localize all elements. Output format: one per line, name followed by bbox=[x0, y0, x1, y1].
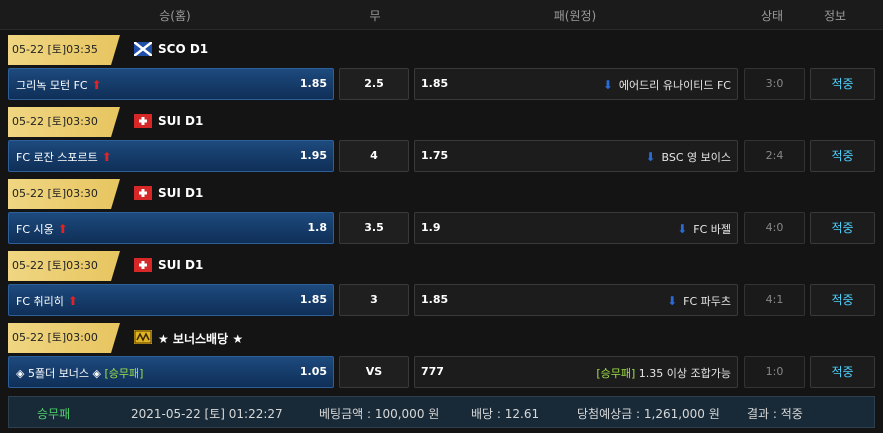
result-info-button[interactable]: 적중 bbox=[810, 212, 875, 244]
home-win-button[interactable]: FC 시옹 ⬆ 1.8 bbox=[8, 212, 334, 244]
league-name: ★ 보너스배당 ★ bbox=[158, 332, 244, 346]
arrow-up-icon: ⬆ bbox=[67, 294, 78, 308]
header-info: 정보 bbox=[823, 9, 847, 23]
switzerland-flag-icon bbox=[134, 258, 152, 272]
result-info-button[interactable]: 적중 bbox=[810, 284, 875, 316]
away-odds: 1.85 bbox=[421, 77, 449, 90]
draw-button[interactable]: 4 bbox=[339, 140, 409, 172]
away-win-button[interactable]: 1.9 ⬇ FC 바젤 bbox=[414, 212, 738, 244]
match-score: 2:4 bbox=[744, 140, 805, 172]
arrow-down-icon: ⬇ bbox=[645, 150, 656, 164]
match-row: FC 시옹 ⬆ 1.8 3.5 1.9 ⬇ FC 바젤 4:0 적중 bbox=[0, 212, 883, 246]
league-row: 05-22 [토]03:35 SCO D1 bbox=[0, 33, 883, 67]
bonus-icon bbox=[134, 330, 152, 344]
home-win-button[interactable]: FC 로잔 스포르트 ⬆ 1.95 bbox=[8, 140, 334, 172]
match-date: 05-22 [토]03:00 bbox=[8, 323, 120, 353]
away-win-button[interactable]: 1.85 ⬇ FC 파두츠 bbox=[414, 284, 738, 316]
switzerland-flag-icon bbox=[134, 186, 152, 200]
match-score: 4:1 bbox=[744, 284, 805, 316]
home-odds: 1.85 bbox=[299, 77, 327, 90]
header-home: 승(홈) bbox=[159, 9, 191, 23]
away-team-name: BSC 영 보이스 bbox=[661, 151, 732, 164]
league-name: SUI D1 bbox=[158, 186, 204, 200]
table-header: 승(홈) 무 패(원정) 상태 정보 bbox=[0, 0, 883, 30]
draw-button[interactable]: 3.5 bbox=[339, 212, 409, 244]
match-date: 05-22 [토]03:30 bbox=[8, 251, 120, 281]
league-row: 05-22 [토]03:30 SUI D1 bbox=[0, 249, 883, 283]
bet-datetime: 2021-05-22 [토] 01:22:27 bbox=[131, 407, 283, 421]
match-row: FC 취리히 ⬆ 1.85 3 1.85 ⬇ FC 파두츠 4:1 적중 bbox=[0, 284, 883, 318]
arrow-up-icon: ⬆ bbox=[57, 222, 68, 236]
bet-type-tag: [승무패] bbox=[104, 367, 144, 380]
away-odds: 1.85 bbox=[421, 293, 449, 306]
away-odds: 1.9 bbox=[421, 221, 441, 234]
bet-type: 승무패 bbox=[37, 407, 71, 421]
bonus-home-button[interactable]: ◈ 5폴더 보너스 ◈ [승무패] 1.05 bbox=[8, 356, 334, 388]
away-odds: 777 bbox=[421, 365, 444, 378]
home-odds: 1.85 bbox=[299, 293, 327, 306]
away-win-button[interactable]: 1.75 ⬇ BSC 영 보이스 bbox=[414, 140, 738, 172]
arrow-down-icon: ⬇ bbox=[677, 222, 688, 236]
match-date: 05-22 [토]03:35 bbox=[8, 35, 120, 65]
header-away: 패(원정) bbox=[553, 9, 597, 23]
away-team-name: FC 파두츠 bbox=[683, 295, 731, 308]
match-row: FC 로잔 스포르트 ⬆ 1.95 4 1.75 ⬇ BSC 영 보이스 2:4 적… bbox=[0, 140, 883, 174]
bet-amount: 베팅금액 : 100,000 원 bbox=[319, 407, 440, 421]
match-date: 05-22 [토]03:30 bbox=[8, 107, 120, 137]
home-team-name: FC 시옹 bbox=[16, 223, 54, 236]
bet-result: 결과 : 적중 bbox=[747, 407, 803, 421]
arrow-down-icon: ⬇ bbox=[667, 294, 678, 308]
league-row: 05-22 [토]03:30 SUI D1 bbox=[0, 177, 883, 211]
header-draw: 무 bbox=[369, 9, 381, 23]
arrow-up-icon: ⬆ bbox=[101, 150, 112, 164]
league-row: 05-22 [토]03:30 SUI D1 bbox=[0, 105, 883, 139]
match-score: 1:0 bbox=[744, 356, 805, 388]
match-row: 그리녹 모턴 FC ⬆ 1.85 2.5 1.85 ⬇ 에어드리 유나이티드 FC … bbox=[0, 68, 883, 102]
result-info-button[interactable]: 적중 bbox=[810, 356, 875, 388]
total-odds: 배당 : 12.61 bbox=[471, 407, 540, 421]
home-odds: 1.95 bbox=[299, 149, 327, 162]
vs-label: VS bbox=[339, 356, 409, 388]
bonus-description: 1.35 이상 조합가능 bbox=[638, 367, 731, 380]
match-row-bonus: ◈ 5폴더 보너스 ◈ [승무패] 1.05 VS 777 [승무패] 1.35… bbox=[0, 356, 883, 390]
away-team-name: FC 바젤 bbox=[693, 223, 731, 236]
bonus-title: ◈ 5폴더 보너스 ◈ bbox=[16, 367, 102, 380]
away-odds: 1.75 bbox=[421, 149, 449, 162]
switzerland-flag-icon bbox=[134, 114, 152, 128]
league-name: SUI D1 bbox=[158, 258, 204, 272]
home-odds: 1.8 bbox=[307, 221, 328, 234]
draw-button[interactable]: 3 bbox=[339, 284, 409, 316]
home-win-button[interactable]: 그리녹 모턴 FC ⬆ 1.85 bbox=[8, 68, 334, 100]
match-date: 05-22 [토]03:30 bbox=[8, 179, 120, 209]
home-team-name: FC 로잔 스포르트 bbox=[16, 151, 98, 164]
arrow-down-icon: ⬇ bbox=[602, 78, 613, 92]
home-odds: 1.05 bbox=[299, 365, 327, 378]
league-name: SCO D1 bbox=[158, 42, 209, 56]
scotland-flag-icon bbox=[134, 42, 152, 56]
home-team-name: 그리녹 모턴 FC bbox=[16, 79, 88, 92]
draw-button[interactable]: 2.5 bbox=[339, 68, 409, 100]
away-team-name: 에어드리 유나이티드 FC bbox=[618, 79, 731, 92]
bet-type-tag: [승무패] bbox=[596, 367, 636, 380]
match-score: 4:0 bbox=[744, 212, 805, 244]
arrow-up-icon: ⬆ bbox=[91, 78, 102, 92]
league-name: SUI D1 bbox=[158, 114, 204, 128]
result-info-button[interactable]: 적중 bbox=[810, 68, 875, 100]
away-win-button[interactable]: 1.85 ⬇ 에어드리 유나이티드 FC bbox=[414, 68, 738, 100]
header-status: 상태 bbox=[760, 9, 784, 23]
league-row-bonus: 05-22 [토]03:00 ★ 보너스배당 ★ bbox=[0, 321, 883, 355]
bet-summary-bar: 승무패 2021-05-22 [토] 01:22:27 베팅금액 : 100,0… bbox=[8, 396, 875, 428]
match-score: 3:0 bbox=[744, 68, 805, 100]
home-win-button[interactable]: FC 취리히 ⬆ 1.85 bbox=[8, 284, 334, 316]
bonus-away-button[interactable]: 777 [승무패] 1.35 이상 조합가능 bbox=[414, 356, 738, 388]
home-team-name: FC 취리히 bbox=[16, 295, 64, 308]
expected-payout: 당첨예상금 : 1,261,000 원 bbox=[577, 407, 720, 421]
result-info-button[interactable]: 적중 bbox=[810, 140, 875, 172]
